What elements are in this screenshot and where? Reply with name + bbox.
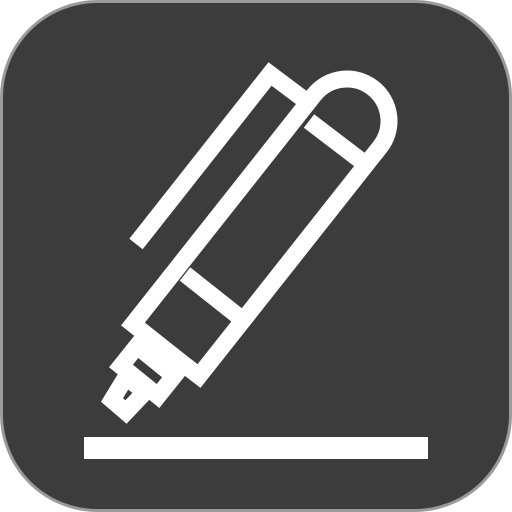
icon-background [0, 0, 512, 512]
writing-line [84, 437, 428, 459]
pen-writing-icon [0, 0, 512, 512]
app-icon[interactable] [0, 0, 512, 512]
